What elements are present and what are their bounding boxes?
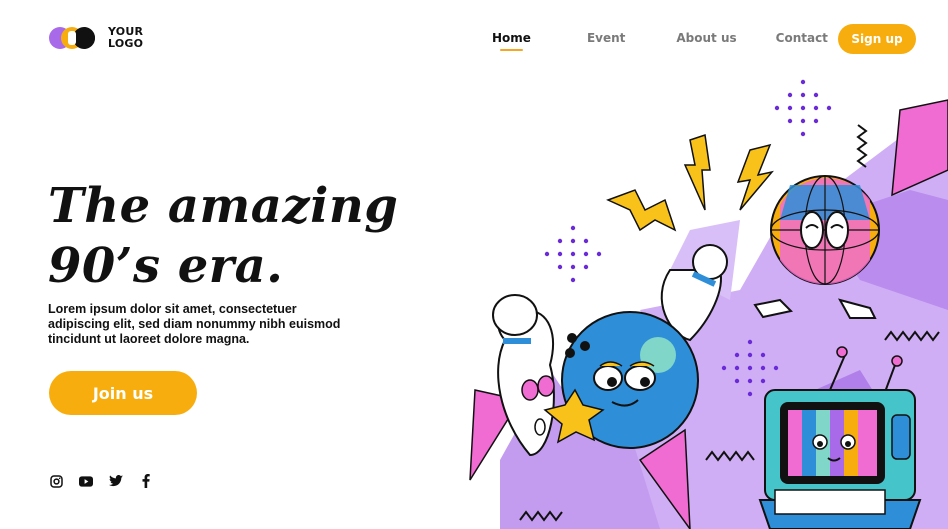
social-links	[49, 474, 153, 488]
bowling-ball	[543, 311, 699, 449]
nav-item-about-us[interactable]: About us	[676, 31, 736, 45]
hero-title: The amazing 90’s era.	[48, 176, 468, 296]
retro-illustration	[440, 70, 948, 529]
sign-up-button[interactable]: Sign up	[838, 24, 916, 54]
logo-text-line2: LOGO	[108, 37, 144, 50]
instagram-icon[interactable]	[49, 474, 63, 488]
logo[interactable]: YOUR LOGO	[48, 26, 143, 50]
facebook-icon[interactable]	[139, 474, 153, 488]
logo-icon	[48, 26, 98, 50]
join-us-button[interactable]: Join us	[49, 371, 197, 415]
hero-subtitle: Lorem ipsum dolor sit amet, consectetuer…	[48, 302, 341, 346]
bowling-pin-left	[492, 294, 555, 457]
hero-title-line2: 90’s era.	[48, 238, 284, 294]
lightning-bolt-icon	[606, 134, 774, 232]
youtube-icon[interactable]	[79, 474, 93, 488]
nav-item-contact[interactable]: Contact	[776, 31, 828, 45]
main-nav: Home Event About us Contact	[492, 31, 870, 51]
twitter-icon[interactable]	[109, 474, 123, 488]
nav-item-home[interactable]: Home	[492, 31, 531, 51]
hero-title-line1: The amazing	[48, 178, 399, 234]
logo-text: YOUR LOGO	[108, 26, 143, 50]
nav-item-event[interactable]: Event	[587, 31, 625, 45]
